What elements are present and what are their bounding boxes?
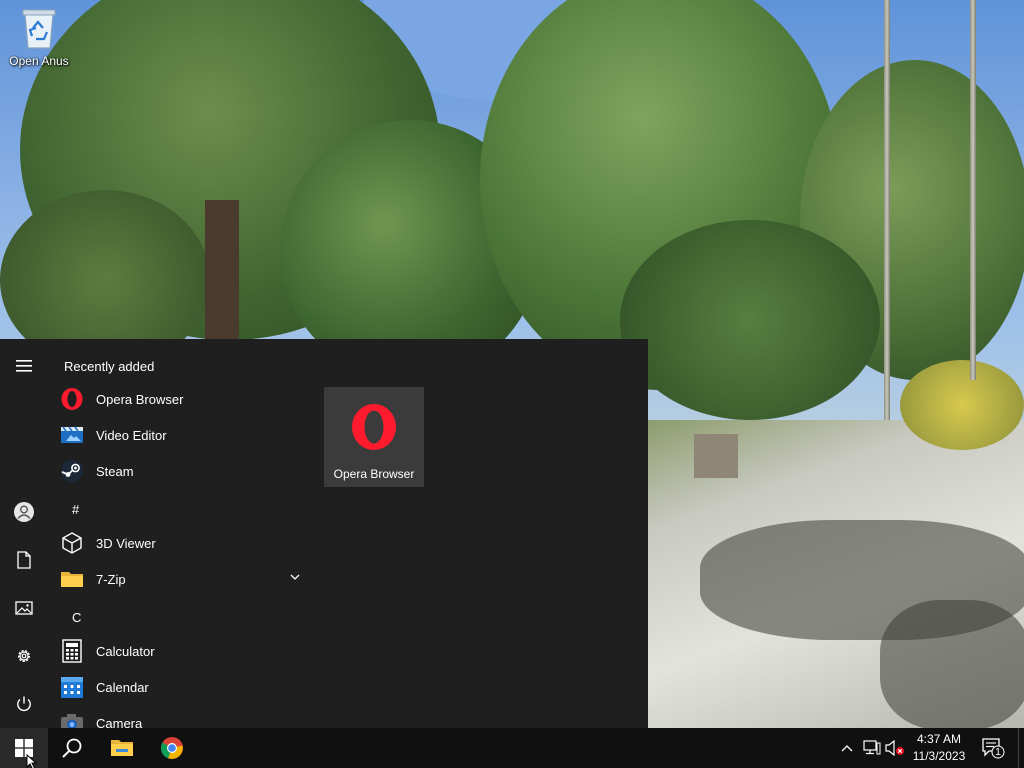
volume-control[interactable] (884, 728, 906, 768)
notification-count-badge: 1 (995, 747, 1001, 758)
app-item-steam[interactable]: Steam (60, 453, 312, 489)
taskbar-google-chrome[interactable] (148, 728, 196, 768)
show-hidden-icons-button[interactable] (838, 728, 856, 768)
desktop-icon-recycle-bin[interactable]: Open Anus (4, 6, 74, 68)
chevron-down-icon[interactable] (290, 573, 300, 581)
gear-icon (17, 649, 31, 663)
power-button[interactable] (4, 684, 44, 724)
app-list: Recently added Opera Browser Video Edito… (48, 339, 312, 728)
app-label: Steam (96, 463, 134, 479)
taskbar: 4:37 AM 11/3/2023 1 (0, 728, 1024, 768)
app-item-video-editor[interactable]: Video Editor (60, 417, 312, 453)
show-desktop-button[interactable] (1018, 728, 1024, 768)
recycle-bin-icon (22, 9, 56, 49)
recently-added-heading: Recently added (64, 359, 155, 374)
pictures-icon (15, 601, 33, 615)
settings-button[interactable] (4, 636, 44, 676)
expand-button[interactable] (4, 346, 44, 386)
app-item-calendar[interactable]: Calendar (60, 669, 312, 705)
network-icon (863, 740, 881, 755)
power-icon (17, 696, 31, 712)
user-icon (14, 502, 34, 522)
clock-time: 4:37 AM (916, 732, 962, 746)
folder-icon (111, 740, 133, 756)
user-account-button[interactable] (4, 492, 44, 532)
action-center-button[interactable]: 1 (978, 728, 1008, 768)
app-label: Video Editor (96, 427, 167, 443)
document-icon (17, 551, 31, 569)
search-button[interactable] (48, 728, 96, 768)
folder-icon (60, 567, 84, 591)
app-item-opera-browser[interactable]: Opera Browser (60, 381, 312, 417)
opera-icon (352, 404, 396, 450)
volume-muted-icon (885, 740, 904, 756)
app-label: 7-Zip (96, 571, 126, 587)
app-label: Camera (96, 715, 143, 729)
mouse-cursor-icon (26, 754, 38, 768)
clock[interactable]: 4:37 AM 11/3/2023 (908, 728, 970, 768)
app-item-camera[interactable]: Camera (60, 705, 312, 728)
app-item-3d-viewer[interactable]: 3D Viewer (60, 525, 312, 561)
start-button[interactable] (0, 728, 48, 768)
start-menu: Recently added Opera Browser Video Edito… (0, 339, 648, 728)
chrome-icon (160, 737, 183, 759)
calculator-icon (60, 639, 84, 663)
app-label: Calculator (96, 643, 155, 659)
taskbar-file-explorer[interactable] (98, 728, 146, 768)
tile-label: Opera Browser (333, 467, 415, 481)
network-status[interactable] (860, 728, 884, 768)
pictures-button[interactable] (4, 588, 44, 628)
app-item-calculator[interactable]: Calculator (60, 633, 312, 669)
desktop-icon-label: Open Anus (9, 54, 69, 68)
calendar-icon (60, 675, 84, 699)
app-label: 3D Viewer (96, 535, 156, 551)
camera-icon (60, 711, 84, 728)
clock-date: 11/3/2023 (912, 749, 966, 763)
search-icon (62, 738, 82, 758)
app-item-7zip[interactable]: 7-Zip (60, 561, 312, 597)
chevron-up-icon (841, 745, 853, 752)
app-label: Opera Browser (96, 391, 184, 407)
group-letter-hash[interactable]: # (72, 502, 79, 517)
video-editor-icon (60, 423, 84, 447)
group-letter-c[interactable]: C (72, 610, 81, 625)
app-label: Calendar (96, 679, 149, 695)
opera-icon (60, 387, 84, 411)
documents-button[interactable] (4, 540, 44, 580)
start-menu-rail (0, 339, 48, 728)
hamburger-icon (16, 360, 32, 372)
tile-opera-browser[interactable]: Opera Browser (324, 387, 424, 487)
steam-icon (60, 459, 84, 483)
cube-icon (60, 531, 84, 555)
